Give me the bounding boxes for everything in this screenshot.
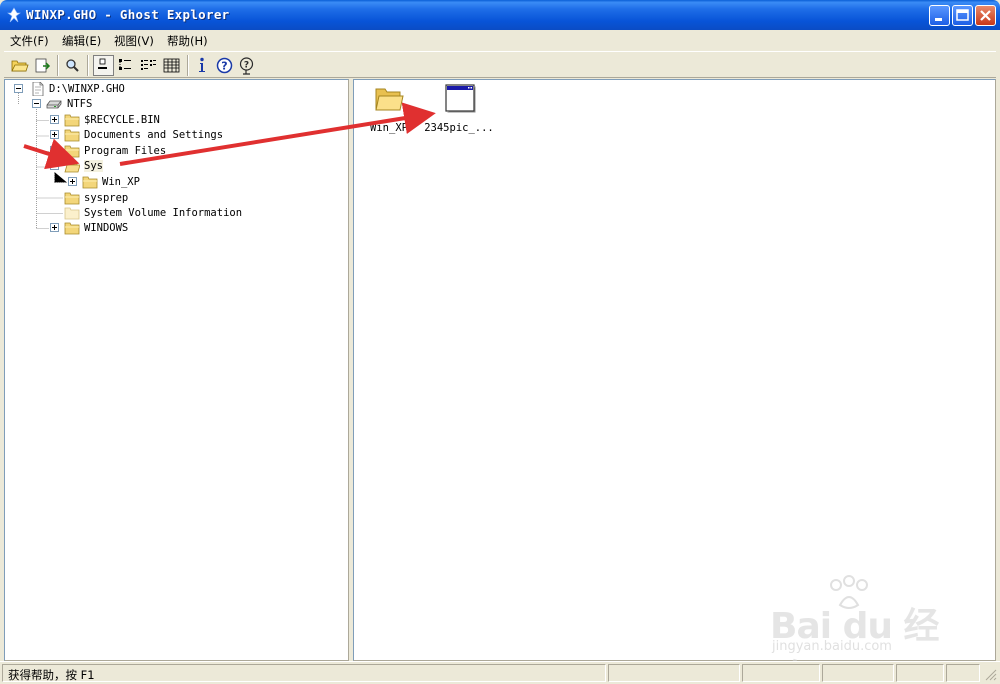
tree-item-label: Win_XP (102, 176, 140, 188)
resize-grip-icon[interactable] (985, 669, 997, 681)
folder-icon (64, 114, 80, 127)
ghost-image-file-icon (32, 82, 44, 96)
list-button[interactable] (138, 55, 159, 76)
list-item-2345pic[interactable]: 2345pic_... (424, 83, 494, 139)
status-panel-2 (608, 664, 740, 682)
menu-help[interactable]: 帮助(H) (167, 33, 208, 49)
collapse-icon[interactable] (14, 84, 23, 93)
hidden-folder-icon (64, 207, 80, 220)
tree-item-label: WINDOWS (84, 222, 129, 234)
open-button[interactable] (9, 55, 30, 76)
expand-icon[interactable] (50, 146, 59, 155)
tree-root-label: D:\WINXP.GHO (49, 83, 125, 95)
details-view-icon (163, 58, 180, 73)
properties-button[interactable] (192, 55, 213, 76)
properties-icon (199, 57, 205, 72)
large-icons-button[interactable] (93, 55, 114, 76)
folder-icon (64, 129, 80, 142)
status-panel-main: 获得帮助，按 F1 (2, 664, 606, 682)
list-item-win-xp[interactable]: Win_XP (354, 83, 424, 139)
expand-icon[interactable] (50, 223, 59, 232)
svg-text:?: ? (221, 60, 227, 73)
folder-tree-pane[interactable]: D:\WINXP.GHO NTFS $RECYCLE.BIN Documents… (4, 79, 349, 661)
folder-icon (64, 192, 80, 205)
list-item-label: 2345pic_... (424, 122, 494, 134)
folder-icon (82, 176, 98, 189)
window-title: WINXP.GHO - Ghost Explorer (26, 7, 230, 22)
minimize-icon (935, 18, 942, 21)
tree-item-label: $RECYCLE.BIN (84, 114, 160, 126)
extract-icon (35, 58, 51, 73)
close-button[interactable] (975, 5, 996, 26)
menu-edit[interactable]: 编辑(E) (62, 33, 101, 49)
tree-item-label: Program Files (84, 145, 167, 157)
drive-icon (46, 100, 62, 109)
context-help-icon: ? (239, 57, 254, 75)
tree-item-label: Documents and Settings (84, 129, 224, 141)
minimize-button[interactable] (929, 5, 950, 26)
small-icons-view-icon (119, 59, 131, 70)
tree-partition-label: NTFS (67, 98, 93, 110)
status-text: 获得帮助，按 F1 (8, 668, 95, 682)
collapse-icon[interactable] (50, 161, 59, 170)
small-icons-button[interactable] (116, 55, 137, 76)
open-folder-icon (64, 160, 80, 173)
folder-icon (64, 222, 80, 235)
help-icon: ? (216, 57, 233, 74)
maximize-icon (956, 9, 969, 21)
status-panel-6 (946, 664, 980, 682)
status-panel-5 (896, 664, 944, 682)
find-button[interactable] (62, 55, 83, 76)
context-help-button[interactable]: ? (236, 55, 257, 76)
folder-icon (64, 145, 80, 158)
title-bar[interactable]: WINXP.GHO - Ghost Explorer (0, 0, 1000, 30)
maximize-button[interactable] (952, 5, 973, 26)
menu-bar: 文件(F) 编辑(E) 视图(V) 帮助(H) (4, 30, 996, 50)
status-panel-3 (742, 664, 820, 682)
baidu-jingyan-watermark: Bai du 经验 jingyan.baidu.com (760, 575, 960, 684)
tree-item-label: Sys (84, 160, 103, 172)
expand-icon[interactable] (50, 115, 59, 124)
svg-text:?: ? (244, 61, 249, 71)
tree-item-label: sysprep (84, 192, 129, 204)
file-list-pane[interactable]: Win_XP 2345pic_... (353, 79, 996, 661)
toolbar: ? ? (4, 51, 996, 78)
expand-icon[interactable] (68, 177, 77, 186)
find-icon (66, 59, 79, 72)
status-bar: 获得帮助，按 F1 (0, 661, 1000, 684)
ghost-app-icon (7, 7, 21, 23)
details-button[interactable] (161, 55, 182, 76)
list-item-label: Win_XP (370, 122, 408, 134)
close-icon (980, 10, 991, 21)
watermark-url: jingyan.baidu.com (772, 639, 892, 654)
tree-item-label: System Volume Information (84, 207, 243, 219)
expand-icon[interactable] (50, 130, 59, 139)
folder-icon (375, 88, 404, 111)
list-view-icon (141, 60, 156, 70)
menu-view[interactable]: 视图(V) (114, 33, 154, 49)
application-window-icon (445, 84, 476, 113)
open-folder-icon (11, 60, 29, 72)
status-panel-4 (822, 664, 894, 682)
help-button[interactable]: ? (214, 55, 235, 76)
menu-file[interactable]: 文件(F) (10, 33, 49, 49)
collapse-icon[interactable] (32, 99, 41, 108)
large-icons-view-icon (98, 58, 107, 69)
extract-button[interactable] (32, 55, 53, 76)
